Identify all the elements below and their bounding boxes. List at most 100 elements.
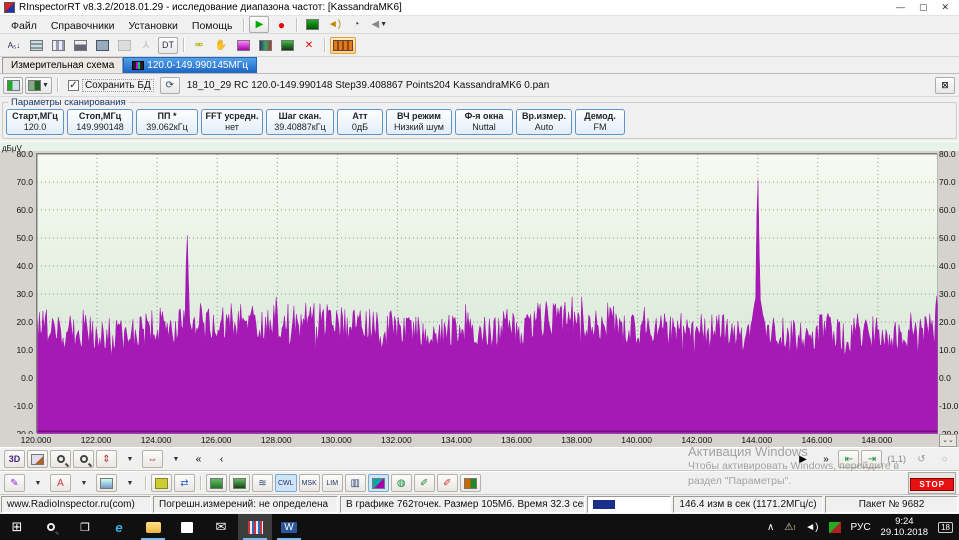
save-button[interactable] [92, 37, 112, 54]
3d-view-button[interactable]: 3D [4, 450, 25, 468]
x-scale-button[interactable]: ⇔ [142, 450, 163, 468]
tab-frequency-range[interactable]: 120.0-149.990145МГц [123, 57, 257, 73]
audio-alert-button[interactable]: ◄) [324, 16, 344, 33]
scan-param-5-button[interactable]: Атт0дБ [337, 109, 383, 135]
spectrum-chart[interactable] [37, 154, 938, 434]
scan-param-6-button[interactable]: ВЧ режимНизкий шум [386, 109, 452, 135]
limits-mode-button[interactable]: LIM [322, 474, 343, 492]
file-explorer-button[interactable] [136, 514, 170, 540]
hist-mode-button[interactable]: ▥ [345, 474, 366, 492]
stop-button[interactable]: STOP [910, 478, 954, 491]
chart-type-button[interactable] [96, 474, 117, 492]
db-refresh-button[interactable]: ⟳ [160, 77, 180, 94]
waterfall-window-button[interactable] [255, 37, 275, 54]
volume-icon[interactable]: ◄) [805, 522, 818, 533]
scan-param-1-button[interactable]: Стоп,МГц149.990148 [67, 109, 133, 135]
columns-view-button[interactable] [48, 37, 68, 54]
tray-chevron-button[interactable]: ∧ [767, 522, 774, 533]
taskbar-search-button[interactable] [34, 514, 68, 540]
start-button[interactable]: ⊞ [0, 514, 34, 540]
y-scale-drop-button[interactable]: ▼ [119, 450, 140, 468]
marker-pen-button[interactable]: ✎ [4, 474, 25, 492]
hand-measure-button[interactable]: ✋ [211, 37, 231, 54]
maximize-button[interactable]: ▢ [919, 2, 928, 13]
word-button[interactable]: W [272, 514, 306, 540]
panorama-mode-button[interactable]: ▼ [25, 77, 52, 94]
horn-menu-button[interactable]: ◀▼ [368, 16, 390, 33]
scan-param-2-button[interactable]: ПП *39.062кГц [136, 109, 198, 135]
save-db-checkbox[interactable]: ✓ [68, 80, 79, 91]
spectrum-window-button[interactable] [233, 37, 253, 54]
edit-trace-button[interactable]: ✐ [414, 474, 435, 492]
store-button[interactable] [170, 514, 204, 540]
x-scale-drop-button[interactable]: ▼ [165, 450, 186, 468]
mask-mode-button[interactable]: MSK [299, 474, 320, 492]
scan-param-3-button[interactable]: FFT усредн.нет [201, 109, 263, 135]
rinspector-taskbar-button[interactable] [238, 514, 272, 540]
menu-item-3[interactable]: Помощь [185, 18, 240, 34]
antenna-button[interactable]: ⅄ [136, 37, 156, 54]
trace-lines-button[interactable]: ≋ [252, 474, 273, 492]
zoom-in-button[interactable] [50, 450, 71, 468]
active-panorama-button[interactable] [330, 37, 356, 54]
dt-button[interactable]: DT [158, 37, 178, 54]
cursor-coords-button[interactable]: (1,1) [884, 450, 909, 468]
menu-item-0[interactable]: Файл [4, 18, 44, 34]
mail-button[interactable]: ✉ [204, 514, 238, 540]
close-button[interactable]: ✕ [941, 2, 949, 13]
taskbar-clock[interactable]: 9:24 29.10.2018 [881, 516, 929, 538]
scan-param-7-button[interactable]: Ф-я окнаNuttal [455, 109, 513, 135]
cassette-button[interactable] [151, 474, 172, 492]
page-prev-button[interactable]: ‹ [211, 450, 232, 468]
expand-span-button[interactable]: ⇤ [838, 450, 859, 468]
chart-type-drop-button[interactable]: ▼ [119, 474, 140, 492]
link-button[interactable]: ⚮ [189, 37, 209, 54]
text-marker-button[interactable]: A [50, 474, 71, 492]
task-view-button[interactable]: ❐ [68, 514, 102, 540]
signal-table-button[interactable] [460, 474, 481, 492]
language-indicator[interactable]: РУС [851, 522, 871, 533]
record-button[interactable]: ● [271, 16, 291, 33]
copy-chart-button[interactable] [27, 450, 48, 468]
scan-param-9-button[interactable]: Демод.FM [575, 109, 625, 135]
expand-span-2-button[interactable]: ⇥ [861, 450, 882, 468]
power-button[interactable]: ○ [934, 450, 955, 468]
image-export-button[interactable] [114, 37, 134, 54]
globe-button[interactable]: ◍ [391, 474, 412, 492]
fast-forward-button[interactable]: » [815, 450, 836, 468]
menu-item-1[interactable]: Справочники [44, 18, 122, 34]
threshold-button[interactable] [206, 474, 227, 492]
delete-button[interactable]: ✕ [299, 37, 319, 54]
splitter-button[interactable]: ⌄⌄ [939, 434, 957, 447]
notification-button[interactable]: 18 [938, 522, 953, 533]
run-scan-button[interactable]: ▶ [249, 16, 269, 33]
marker-pen-drop-button[interactable]: ▼ [27, 474, 48, 492]
network-icon[interactable]: ⚠! [784, 522, 795, 533]
table-view-button[interactable] [26, 37, 46, 54]
cwl-mode-button[interactable]: CWL [275, 474, 297, 492]
menu-item-2[interactable]: Установки [121, 18, 184, 34]
play-trace-button[interactable]: ▶ [792, 450, 813, 468]
fill-area-button[interactable] [368, 474, 389, 492]
threshold-2-button[interactable] [229, 474, 250, 492]
zoom-out-button[interactable] [73, 450, 94, 468]
tray-app-icon[interactable] [829, 522, 841, 533]
y-scale-button[interactable]: ⇕ [96, 450, 117, 468]
scan-param-8-button[interactable]: Вр.измер.Auto [516, 109, 572, 135]
records-window-button[interactable] [277, 37, 297, 54]
tab-measurement-schema[interactable]: Измерительная схема [2, 57, 123, 73]
minimize-button[interactable]: — [896, 2, 905, 13]
erase-trace-button[interactable]: ✐ [437, 474, 458, 492]
print-button[interactable] [70, 37, 90, 54]
plot-area[interactable] [36, 153, 937, 433]
edge-button[interactable]: e [102, 514, 136, 540]
text-marker-drop-button[interactable]: ▼ [73, 474, 94, 492]
scan-param-4-button[interactable]: Шаг скан.39.40887кГц [266, 109, 334, 135]
load-panorama-button[interactable] [3, 77, 23, 94]
schedule-button[interactable]: ◔ [346, 16, 366, 33]
panorama-view-button[interactable] [302, 16, 322, 33]
close-panel-button[interactable]: ⊠ [935, 77, 955, 94]
page-first-button[interactable]: « [188, 450, 209, 468]
import-export-button[interactable]: ⇄ [174, 474, 195, 492]
scan-param-0-button[interactable]: Старт,МГц120.0 [6, 109, 64, 135]
